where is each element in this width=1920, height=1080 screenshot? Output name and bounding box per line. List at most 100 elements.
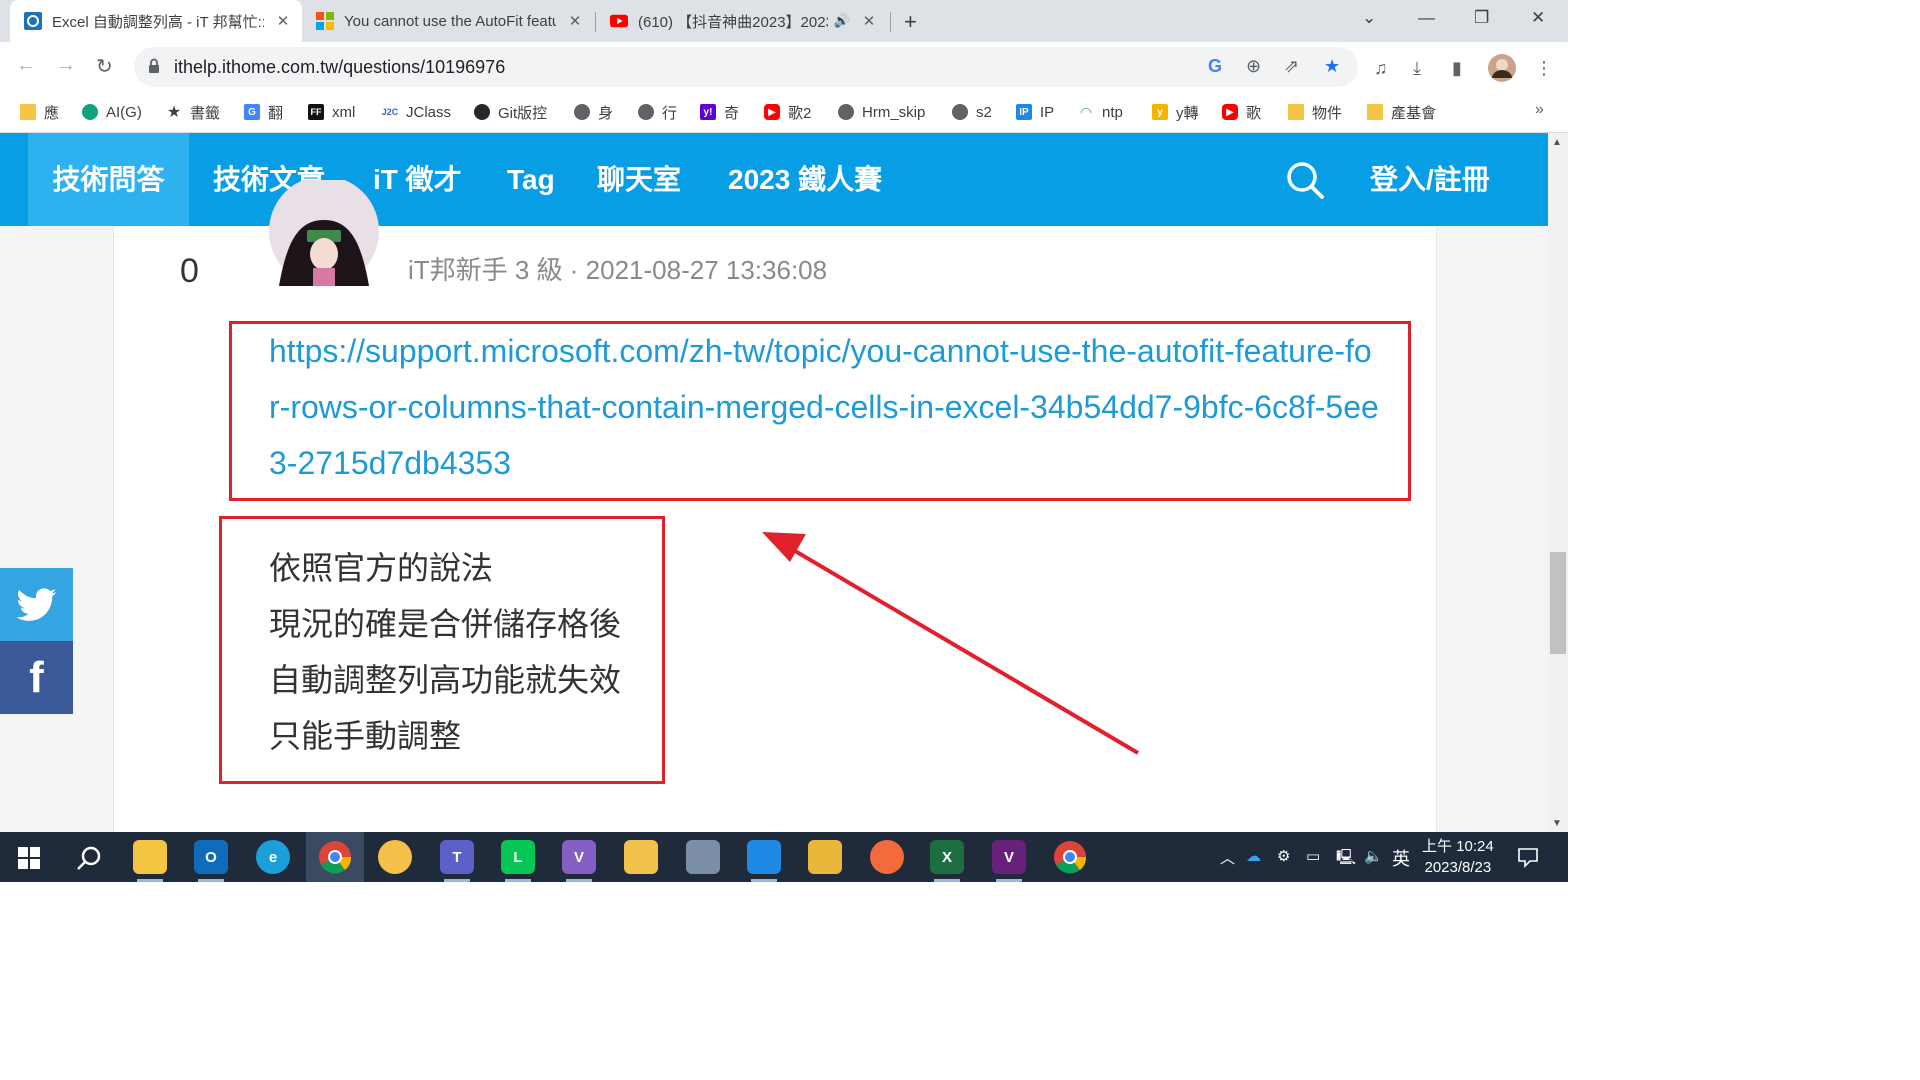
scroll-down-arrow-icon[interactable]: ▼ (1552, 818, 1562, 829)
tab-title: You cannot use the AutoFit feature for r… (344, 12, 556, 30)
audio-playing-icon[interactable]: 🔊 (834, 13, 850, 29)
notification-center-icon[interactable] (1517, 846, 1539, 868)
scroll-up-arrow-icon[interactable]: ▲ (1552, 137, 1562, 148)
bookmark-item[interactable]: Hrm_skip (838, 102, 925, 122)
close-tab-icon[interactable]: ✕ (566, 12, 584, 30)
bookmark-item[interactable]: ★ 書籤 (166, 102, 220, 122)
nav-ironman[interactable]: 2023 鐵人賽 (728, 133, 882, 226)
postman-icon[interactable] (870, 840, 904, 874)
login-register-link[interactable]: 登入/註冊 (1370, 133, 1490, 226)
search-taskbar-icon[interactable] (76, 845, 102, 871)
onedrive-icon[interactable]: ☁ (1246, 847, 1261, 865)
visual-studio-2-icon[interactable]: V (992, 840, 1026, 882)
visual-studio-icon[interactable]: V (562, 840, 596, 882)
j2c-icon: J2C (381, 107, 399, 117)
bookmark-item[interactable]: IP IP (1016, 102, 1054, 122)
bookmark-item[interactable]: 應 (20, 102, 59, 122)
nav-jobs[interactable]: iT 徵才 (373, 133, 462, 226)
side-panel-icon[interactable]: ▮ (1452, 58, 1462, 79)
sticky-folder-icon[interactable] (747, 840, 781, 882)
bookmark-item[interactable]: 物件 (1288, 102, 1342, 122)
network-icon[interactable]: 🖳 (1336, 847, 1356, 872)
tools-icon[interactable] (808, 840, 842, 874)
share-icon[interactable]: ⇗ (1284, 56, 1299, 77)
bookmark-star-icon[interactable]: ★ (1324, 56, 1340, 77)
url-text[interactable]: ithelp.ithome.com.tw/questions/10196976 (174, 57, 505, 78)
browser-toolbar: ← → ↻ ithelp.ithome.com.tw/questions/101… (0, 42, 1568, 92)
windows-start-icon[interactable] (18, 847, 40, 869)
facebook-icon: f (29, 652, 44, 702)
excel-icon[interactable]: X (930, 840, 964, 882)
windows-taskbar (0, 832, 1568, 882)
back-button[interactable]: ← (16, 54, 36, 77)
bookmark-item[interactable]: Git版控 (474, 102, 547, 122)
globe-icon (838, 104, 854, 120)
bookmark-item[interactable]: s2 (952, 102, 992, 122)
bookmark-item[interactable]: FF xml (308, 102, 355, 122)
file-transfer-icon[interactable] (624, 840, 658, 874)
bookmark-item[interactable]: G翻 (244, 102, 283, 122)
tab-excel-autofit[interactable]: Excel 自動調整列高 - iT 邦幫忙::一起幫忙解決難題，拯救 IT 人的… (10, 0, 302, 42)
line-icon[interactable]: L (501, 840, 535, 882)
page-scrollbar[interactable] (1548, 133, 1568, 832)
teams-icon[interactable]: T (440, 840, 474, 882)
nav-chatroom[interactable]: 聊天室 (597, 133, 681, 226)
zoom-icon[interactable]: ⊕ (1246, 56, 1261, 77)
chrome-taskbar-icon-2[interactable] (1053, 840, 1087, 874)
profile-avatar[interactable] (1488, 54, 1516, 82)
bookmark-item[interactable]: y y轉 (1152, 102, 1199, 122)
chrome-taskbar-icon[interactable] (318, 840, 352, 874)
paint-icon[interactable] (378, 840, 412, 874)
google-lens-icon[interactable]: G (1208, 56, 1222, 77)
scrollbar-thumb[interactable] (1550, 552, 1566, 654)
bookmark-item[interactable]: 產基會 (1367, 102, 1436, 122)
taskbar-clock[interactable]: 上午 10:24 2023/8/23 (1422, 836, 1494, 878)
downloads-icon[interactable]: ⤓ (1413, 58, 1421, 79)
share-facebook-button[interactable]: f (0, 641, 73, 714)
reload-button[interactable]: ↻ (96, 54, 113, 79)
tray-overflow-chevron-icon[interactable]: ︿ (1220, 847, 1235, 868)
lock-icon[interactable] (148, 58, 160, 74)
bookmark-item[interactable]: J2C JClass (382, 102, 451, 122)
close-window-button[interactable]: ✕ (1531, 8, 1545, 28)
more-bookmarks-chevron-icon[interactable]: » (1535, 101, 1544, 119)
bookmark-item[interactable]: ◠ ntp (1078, 102, 1123, 122)
close-tab-icon[interactable]: ✕ (860, 12, 878, 30)
tab-youtube[interactable]: (610) 【抖音神曲2023】2023 🔊 ✕ (596, 0, 888, 42)
bookmark-item[interactable]: AI(G) (82, 102, 142, 122)
security-icon[interactable]: ⚙ (1277, 847, 1290, 865)
bookmark-item[interactable]: 身 (574, 102, 613, 122)
bookmark-item[interactable]: y! 奇 (700, 102, 739, 122)
volume-icon[interactable]: 🔈 (1364, 847, 1383, 865)
nav-tag[interactable]: Tag (507, 133, 555, 226)
user-avatar[interactable] (269, 180, 379, 286)
calculator-icon[interactable] (686, 840, 720, 874)
tab-microsoft-support[interactable]: You cannot use the AutoFit feature for r… (302, 0, 594, 42)
youtube-favicon (610, 14, 628, 28)
restore-button[interactable]: ❐ (1474, 8, 1489, 28)
forward-button[interactable]: → (56, 54, 76, 77)
ime-indicator[interactable]: 英 (1392, 845, 1410, 871)
outlook-icon[interactable]: O (194, 840, 228, 882)
chrome-menu-icon[interactable]: ⋮ (1535, 58, 1553, 79)
bookmark-item[interactable]: 行 (638, 102, 677, 122)
bookmark-item[interactable]: ▶ 歌2 (764, 102, 811, 122)
bookmark-item[interactable]: ▶ 歌 (1222, 102, 1261, 122)
globe-icon (574, 104, 590, 120)
tab-search-chevron-icon[interactable]: ⌄ (1362, 8, 1376, 28)
address-bar[interactable]: ithelp.ithome.com.tw/questions/10196976 … (134, 47, 1358, 87)
battery-icon[interactable]: ▭ (1306, 847, 1320, 865)
edge-icon[interactable]: e (256, 840, 290, 874)
share-twitter-button[interactable] (0, 568, 73, 641)
nav-qa[interactable]: 技術問答 (28, 133, 189, 226)
close-tab-icon[interactable]: ✕ (274, 12, 292, 30)
minimize-button[interactable]: — (1418, 8, 1435, 28)
globe-icon (952, 104, 968, 120)
media-control-icon[interactable]: ♫ (1374, 58, 1388, 79)
folder-icon (1367, 104, 1383, 120)
new-tab-button[interactable]: + (904, 9, 917, 35)
y-icon: y (1152, 104, 1168, 120)
file-explorer-icon[interactable] (133, 840, 167, 882)
search-icon[interactable] (1285, 160, 1325, 200)
youtube-icon: ▶ (1222, 104, 1238, 120)
